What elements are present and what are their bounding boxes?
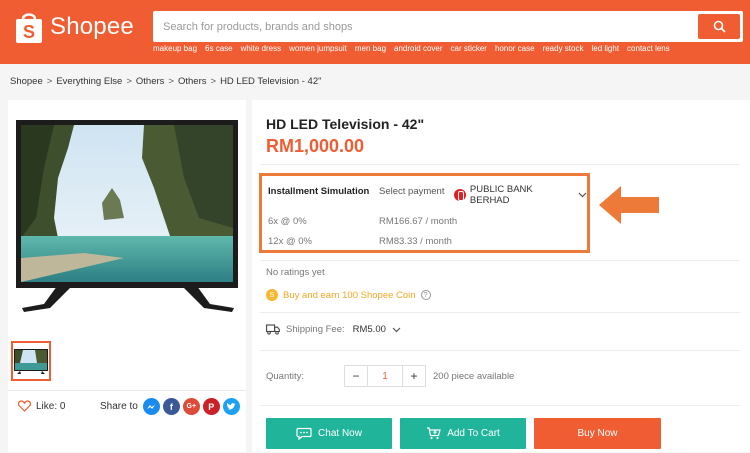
shopee-coin-info: S Buy and earn 100 Shopee Coin ? [266, 289, 431, 301]
buy-now-button[interactable]: Buy Now [534, 418, 661, 449]
product-info: HD LED Television - 42" RM1,000.00 Insta… [252, 100, 750, 452]
breadcrumb: Shopee > Everything Else > Others > Othe… [10, 76, 321, 87]
keyword-link[interactable]: white dress [241, 44, 281, 53]
shopee-logo[interactable]: S Shopee [14, 10, 134, 44]
public-bank-logo-icon [454, 189, 466, 201]
divider [260, 312, 740, 313]
brand-name: Shopee [50, 13, 134, 40]
search-icon [713, 20, 726, 33]
shipping-label: Shipping Fee: [286, 324, 345, 335]
product-price: RM1,000.00 [266, 136, 365, 156]
shipping-fee: Shipping Fee: RM5.00 [266, 324, 401, 335]
pinterest-icon[interactable]: P [202, 398, 220, 415]
quantity-stepper: − 1 + [344, 365, 426, 387]
quantity-row: Quantity: − 1 + 200 piece available [266, 365, 514, 387]
messenger-icon[interactable] [142, 398, 160, 415]
keyword-link[interactable]: women jumpsuit [289, 44, 347, 53]
facebook-icon[interactable]: f [162, 398, 180, 415]
keyword-link[interactable]: makeup bag [153, 44, 197, 53]
twitter-icon[interactable] [222, 398, 240, 415]
keyword-link[interactable]: contact lens [627, 44, 670, 53]
search-bar [153, 11, 743, 42]
coin-icon: S [266, 289, 278, 301]
keyword-link[interactable]: ready stock [543, 44, 584, 53]
coin-text: Buy and earn 100 Shopee Coin [283, 289, 416, 301]
share-label: Share to [100, 401, 138, 412]
plan-amount: RM83.33 / month [379, 236, 452, 247]
chat-now-button[interactable]: Chat Now [266, 418, 392, 449]
bank-selector[interactable]: PUBLIC BANK BERHAD [454, 184, 587, 206]
add-to-cart-label: Add To Cart [447, 428, 500, 439]
plan-term: 6x @ 0% [268, 216, 307, 227]
breadcrumb-item[interactable]: Everything Else [56, 76, 122, 87]
search-input[interactable] [153, 11, 693, 42]
search-button[interactable] [698, 14, 740, 39]
divider [8, 390, 246, 391]
header: S Shopee makeup bag 6s case white dress … [0, 0, 750, 64]
chevron-down-icon [578, 192, 587, 198]
product-main-image[interactable] [14, 108, 242, 330]
chat-icon [296, 427, 312, 440]
chevron-down-icon[interactable] [392, 327, 401, 333]
share-row: Share to f G+ P [100, 398, 240, 415]
quantity-label: Quantity: [266, 370, 305, 382]
left-arrow-icon [599, 186, 659, 224]
bank-name: PUBLIC BANK BERHAD [469, 184, 533, 206]
product-title: HD LED Television - 42" [266, 116, 425, 132]
rating-text: No ratings yet [266, 267, 325, 278]
divider [260, 164, 740, 165]
chat-now-label: Chat Now [318, 428, 362, 439]
breadcrumb-item[interactable]: Shopee [10, 76, 43, 87]
divider [260, 260, 740, 261]
breadcrumb-item[interactable]: Others [178, 76, 207, 87]
plan-amount: RM166.67 / month [379, 216, 458, 227]
select-payment-label: Select payment [379, 186, 445, 197]
quantity-input[interactable]: 1 [367, 366, 403, 386]
add-to-cart-button[interactable]: Add To Cart [400, 418, 526, 449]
installment-simulation-box: Installment Simulation Select payment PU… [259, 173, 590, 253]
keyword-link[interactable]: 6s case [205, 44, 233, 53]
like-count: Like: 0 [36, 400, 66, 412]
breadcrumb-separator: > [168, 76, 174, 87]
buy-now-label: Buy Now [577, 428, 618, 439]
divider [260, 405, 740, 406]
product-gallery: Like: 0 Share to f G+ P [8, 100, 246, 452]
increase-button[interactable]: + [403, 366, 425, 386]
like-button[interactable]: Like: 0 [18, 400, 65, 412]
divider [260, 350, 740, 351]
breadcrumb-separator: > [46, 76, 53, 87]
keyword-link[interactable]: android cover [394, 44, 442, 53]
decrease-button[interactable]: − [345, 366, 367, 386]
heart-icon [18, 400, 31, 412]
breadcrumb-separator: > [210, 76, 217, 87]
plan-term: 12x @ 0% [268, 236, 312, 247]
shipping-value[interactable]: RM5.00 [353, 324, 386, 335]
truck-icon [266, 324, 280, 335]
keyword-link[interactable]: men bag [355, 44, 386, 53]
keyword-link[interactable]: car sticker [451, 44, 487, 53]
keyword-link[interactable]: led light [591, 44, 619, 53]
thumbnail-image [14, 349, 48, 374]
product-thumbnail[interactable] [11, 341, 51, 381]
keyword-link[interactable]: honor case [495, 44, 535, 53]
stock-available: 200 piece available [433, 370, 515, 382]
installment-title: Installment Simulation [268, 186, 370, 197]
breadcrumb-item[interactable]: Others [136, 76, 165, 87]
trending-keywords: makeup bag 6s case white dress women jum… [153, 44, 670, 53]
help-icon[interactable]: ? [420, 290, 431, 300]
breadcrumb-current: HD LED Television - 42" [220, 76, 322, 87]
shopee-bag-icon: S [16, 13, 42, 43]
svg-text:S: S [23, 22, 35, 42]
cart-icon [427, 427, 441, 440]
google-plus-icon[interactable]: G+ [182, 398, 200, 415]
breadcrumb-separator: > [126, 76, 132, 87]
